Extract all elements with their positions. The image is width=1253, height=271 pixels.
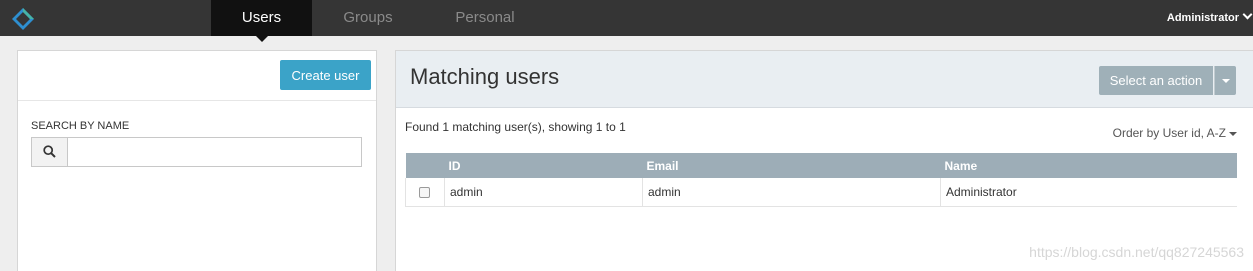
select-action-button[interactable]: Select an action: [1099, 66, 1213, 95]
tab-users[interactable]: Users: [211, 0, 312, 42]
page-title: Matching users: [410, 64, 560, 89]
action-dropdown-toggle[interactable]: [1214, 66, 1236, 95]
tab-groups[interactable]: Groups: [318, 0, 418, 36]
order-by-label: Order by User id, A-Z: [1112, 126, 1226, 140]
table-row[interactable]: admin admin Administrator: [405, 178, 1237, 207]
results-count-text: Found 1 matching user(s), showing 1 to 1: [405, 120, 626, 134]
search-icon: [32, 138, 68, 166]
column-header-name[interactable]: Name: [940, 153, 1237, 178]
user-email-cell[interactable]: admin: [642, 178, 941, 207]
action-dropdown: Select an action: [1099, 66, 1236, 95]
user-id-cell[interactable]: admin: [444, 178, 643, 207]
results-panel: Matching users Select an action Found 1 …: [395, 50, 1253, 271]
user-menu[interactable]: Administrator: [1166, 0, 1253, 36]
row-checkbox[interactable]: [419, 187, 430, 199]
create-user-button[interactable]: Create user: [280, 60, 371, 90]
top-navbar: Users Groups Personal Administrator: [0, 0, 1253, 42]
user-menu-label: Administrator: [1166, 12, 1239, 24]
table-header-row: ID Email Name: [405, 153, 1237, 178]
order-by-dropdown[interactable]: Order by User id, A-Z: [1113, 126, 1237, 140]
row-select-cell: [405, 178, 445, 207]
column-header-select: [405, 153, 445, 178]
column-header-email[interactable]: Email: [642, 153, 941, 178]
tab-personal[interactable]: Personal: [435, 0, 535, 36]
search-panel: Create user SEARCH BY NAME: [17, 50, 377, 271]
search-input-group: [31, 137, 362, 167]
watermark-text: https://blog.csdn.net/qq827245563: [1029, 244, 1244, 260]
search-panel-header: Create user: [18, 51, 376, 101]
search-input[interactable]: [69, 138, 361, 166]
results-header: Matching users Select an action: [396, 51, 1253, 108]
user-name-cell[interactable]: Administrator: [940, 178, 1237, 207]
users-table: ID Email Name admin admin Administrator: [405, 153, 1237, 207]
chevron-down-icon: [1242, 9, 1253, 20]
search-by-name-label: SEARCH BY NAME: [31, 120, 130, 132]
caret-down-icon: [1229, 131, 1237, 136]
column-header-id[interactable]: ID: [444, 153, 643, 178]
caret-down-icon: [1221, 79, 1230, 84]
diamond-logo-icon[interactable]: [11, 7, 35, 31]
